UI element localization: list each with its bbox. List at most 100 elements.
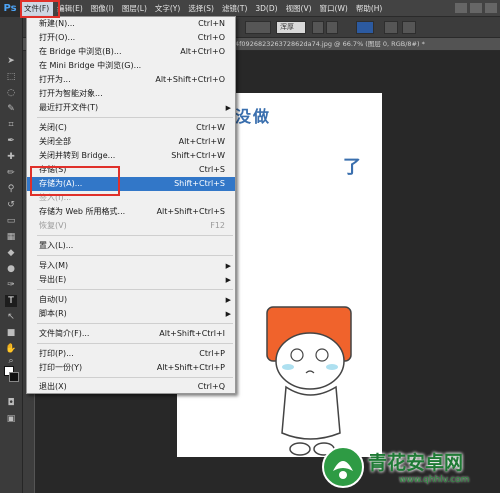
- menu-item-recent-files[interactable]: 最近打开文件(T) ▶: [27, 101, 235, 115]
- move-tool-icon[interactable]: ➤: [5, 55, 17, 67]
- menu-item-label: 置入(L)...: [39, 241, 74, 250]
- menu-item-shortcut: Shift+Ctrl+W: [171, 151, 225, 160]
- menu-item-close-go-bridge[interactable]: 关闭并转到 Bridge... Shift+Ctrl+W: [27, 149, 235, 163]
- menu-separator: [37, 255, 233, 256]
- menu-separator: [37, 289, 233, 290]
- menu-item-browse-bridge[interactable]: 在 Bridge 中浏览(B)... Alt+Ctrl+O: [27, 45, 235, 59]
- annotation-box-file-menu: [20, 0, 60, 18]
- menu-item-label: 关闭(C): [39, 123, 67, 132]
- file-menu-dropdown: 新建(N)... Ctrl+N 打开(O)... Ctrl+O 在 Bridge 中…: [26, 16, 236, 394]
- menu-item-shortcut: Ctrl+Q: [197, 382, 225, 391]
- menu-type[interactable]: 文字(Y): [151, 0, 184, 17]
- menu-item-label: 打开为...: [39, 75, 71, 84]
- menu-item-save-for-web[interactable]: 存储为 Web 所用格式... Alt+Shift+Ctrl+S: [27, 205, 235, 219]
- brush-tool-icon[interactable]: ✏: [5, 167, 17, 179]
- maximize-icon[interactable]: [470, 3, 482, 13]
- menu-item-new[interactable]: 新建(N)... Ctrl+N: [27, 17, 235, 31]
- character-panel-icon[interactable]: [402, 21, 416, 34]
- menu-3d[interactable]: 3D(D): [251, 0, 281, 17]
- menu-view[interactable]: 视图(V): [282, 0, 316, 17]
- menu-item-shortcut: Ctrl+P: [199, 349, 225, 358]
- marquee-tool-icon[interactable]: ⬚: [5, 71, 17, 83]
- menu-item-automate[interactable]: 自动(U) ▶: [27, 293, 235, 307]
- crop-tool-icon[interactable]: ⌗: [5, 119, 17, 131]
- pen-tool-icon[interactable]: ✑: [5, 279, 17, 291]
- menu-item-shortcut: Alt+Ctrl+W: [178, 137, 225, 146]
- path-select-icon[interactable]: ↖: [5, 311, 17, 323]
- menu-item-close[interactable]: 关闭(C) Ctrl+W: [27, 121, 235, 135]
- menu-item-shortcut: Shift+Ctrl+S: [174, 179, 225, 188]
- watermark: 青花安卓网 www.qhhlv.com: [313, 440, 500, 493]
- blur-tool-icon[interactable]: ◆: [5, 247, 17, 259]
- menu-image[interactable]: 图像(I): [87, 0, 118, 17]
- menu-item-print-one-copy[interactable]: 打印一份(Y) Alt+Shift+Ctrl+P: [27, 361, 235, 375]
- type-tool-icon[interactable]: T: [5, 295, 17, 307]
- background-color-swatch[interactable]: [9, 372, 19, 382]
- menu-item-label: 打开(O)...: [39, 33, 76, 42]
- menu-item-place[interactable]: 置入(L)...: [27, 239, 235, 253]
- quick-select-icon[interactable]: ✎: [5, 103, 17, 115]
- menu-item-shortcut: F12: [210, 221, 225, 230]
- menu-item-label: 在 Bridge 中浏览(B)...: [39, 47, 122, 56]
- menu-item-label: 导入(M): [39, 261, 69, 270]
- menu-select[interactable]: 选择(S): [184, 0, 218, 17]
- window-controls: [455, 3, 500, 13]
- menu-item-scripts[interactable]: 脚本(R) ▶: [27, 307, 235, 321]
- watermark-logo-icon: [322, 446, 364, 488]
- menu-item-label: 在 Mini Bridge 中浏览(G)...: [39, 61, 142, 70]
- document-tab[interactable]: 4f092682326372862da74.jpg @ 66.7% (图层 0,…: [235, 38, 425, 51]
- minimize-icon[interactable]: [455, 3, 467, 13]
- menu-separator: [37, 377, 233, 378]
- healing-brush-icon[interactable]: ✚: [5, 151, 17, 163]
- menu-item-shortcut: Ctrl+W: [196, 123, 225, 132]
- menu-item-import[interactable]: 导入(M) ▶: [27, 259, 235, 273]
- menu-item-label: 打印(P)...: [39, 349, 74, 358]
- menu-item-revert: 恢复(V) F12: [27, 219, 235, 233]
- menu-item-shortcut: Ctrl+S: [198, 165, 225, 174]
- align-center-icon[interactable]: [326, 21, 338, 34]
- menu-window[interactable]: 窗口(W): [316, 0, 352, 17]
- quick-mask-icon[interactable]: ◘: [5, 397, 17, 409]
- menu-separator: [37, 343, 233, 344]
- lasso-tool-icon[interactable]: ◌: [5, 87, 17, 99]
- watermark-url: www.qhhlv.com: [399, 475, 470, 485]
- eyedropper-icon[interactable]: ✒: [5, 135, 17, 147]
- dodge-tool-icon[interactable]: ●: [5, 263, 17, 275]
- menu-item-label: 存储为 Web 所用格式...: [39, 207, 126, 216]
- watermark-title: 青花安卓网: [368, 452, 464, 474]
- menu-item-exit[interactable]: 退出(X) Ctrl+Q: [27, 380, 235, 394]
- menu-item-open[interactable]: 打开(O)... Ctrl+O: [27, 31, 235, 45]
- history-brush-icon[interactable]: ↺: [5, 199, 17, 211]
- menu-item-shortcut: Alt+Ctrl+O: [180, 47, 225, 56]
- font-size-field[interactable]: [245, 21, 271, 34]
- shape-tool-icon[interactable]: ■: [5, 327, 17, 339]
- hand-tool-icon[interactable]: ✋: [5, 343, 17, 355]
- close-icon[interactable]: [485, 3, 497, 13]
- menu-item-file-info[interactable]: 文件简介(F)... Alt+Shift+Ctrl+I: [27, 327, 235, 341]
- clone-stamp-icon[interactable]: ⚲: [5, 183, 17, 195]
- menu-filter[interactable]: 滤镜(T): [218, 0, 251, 17]
- cartoon-character-image: [266, 306, 352, 456]
- anti-alias-select[interactable]: 浑厚: [276, 21, 306, 34]
- menu-item-export[interactable]: 导出(E) ▶: [27, 273, 235, 287]
- menu-item-label: 打开为智能对象...: [39, 89, 103, 98]
- warp-text-icon[interactable]: [384, 21, 398, 34]
- menu-item-label: 关闭全部: [39, 137, 71, 146]
- menu-help[interactable]: 帮助(H): [352, 0, 387, 17]
- menu-item-open-smart-object[interactable]: 打开为智能对象...: [27, 87, 235, 101]
- menu-bar: Ps 文件(F) 编辑(E) 图像(I) 图层(L) 文字(Y) 选择(S) 滤…: [0, 0, 500, 17]
- menu-item-label: 打印一份(Y): [39, 363, 83, 372]
- menu-item-print[interactable]: 打印(P)... Ctrl+P: [27, 347, 235, 361]
- menu-item-browse-mini-bridge[interactable]: 在 Mini Bridge 中浏览(G)...: [27, 59, 235, 73]
- text-color-swatch[interactable]: [356, 21, 374, 34]
- menu-item-close-all[interactable]: 关闭全部 Alt+Ctrl+W: [27, 135, 235, 149]
- menu-layer[interactable]: 图层(L): [118, 0, 151, 17]
- gradient-tool-icon[interactable]: ▦: [5, 231, 17, 243]
- submenu-arrow-icon: ▶: [225, 276, 231, 284]
- align-left-icon[interactable]: [312, 21, 324, 34]
- menu-separator: [37, 117, 233, 118]
- menu-item-label: 退出(X): [39, 382, 67, 391]
- eraser-tool-icon[interactable]: ▭: [5, 215, 17, 227]
- screen-mode-icon[interactable]: ▣: [5, 413, 17, 425]
- menu-item-open-as[interactable]: 打开为... Alt+Shift+Ctrl+O: [27, 73, 235, 87]
